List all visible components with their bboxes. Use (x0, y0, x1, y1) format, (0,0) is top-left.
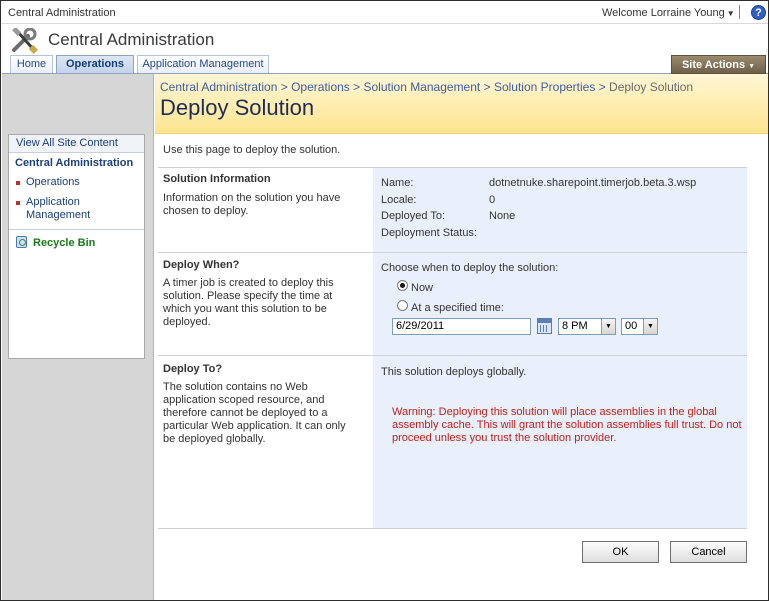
section-description: The solution contains no Web application… (163, 381, 346, 445)
breadcrumb-separator: > (353, 80, 361, 94)
top-nav-tabs: Home Operations Application Management S… (2, 55, 768, 74)
hour-select-value: 8 PM (562, 320, 588, 332)
breadcrumb-item[interactable]: Operations (291, 80, 350, 94)
divider (739, 5, 740, 19)
section-title-deploy-to: Deploy To? (163, 363, 223, 375)
recycle-bin-icon (16, 236, 27, 248)
nav-list: Operations Application Management (9, 170, 144, 222)
site-actions-label: Site Actions (681, 59, 746, 71)
nav-item-label: Application Management (26, 196, 91, 221)
breadcrumb-item[interactable]: Central Administration (160, 80, 277, 94)
breadcrumb-separator: > (280, 80, 288, 94)
section-description: A timer job is created to deploy this so… (163, 277, 334, 328)
cancel-button[interactable]: Cancel (670, 541, 747, 563)
chevron-down-icon: ▼ (748, 63, 756, 70)
recycle-bin-label: Recycle Bin (33, 237, 96, 249)
breadcrumb-separator: > (483, 80, 491, 94)
recycle-bin-link[interactable]: Recycle Bin (9, 230, 144, 254)
site-name-link[interactable]: Central Administration (8, 7, 116, 19)
minute-select-value: 00 (625, 320, 638, 332)
dropdown-arrow-icon: ▼ (601, 319, 615, 334)
site-title-row: Central Administration (2, 25, 768, 55)
deploy-when-prompt: Choose when to deploy the solution: (381, 262, 559, 274)
section-divider (158, 528, 747, 529)
section-title-solution-information: Solution Information (163, 173, 271, 185)
bullet-icon (16, 201, 20, 205)
field-label-locale: Locale: (381, 194, 417, 206)
welcome-text: Welcome Lorraine Young (602, 7, 725, 19)
field-label-deployed-to: Deployed To: (381, 210, 446, 222)
field-value-locale: 0 (489, 194, 496, 206)
ok-button[interactable]: OK (582, 541, 659, 563)
section-title-deploy-when: Deploy When? (163, 259, 240, 271)
bullet-icon (16, 181, 20, 185)
hour-select[interactable]: 8 PM ▼ (558, 318, 616, 335)
chevron-down-icon: ▼ (726, 9, 735, 18)
trust-warning: Warning: Deploying this solution will pl… (392, 406, 742, 444)
tools-icon (12, 28, 38, 54)
field-label-deployment-status: Deployment Status: (381, 227, 477, 239)
field-value-name: dotnetnuke.sharepoint.timerjob.beta.3.ws… (489, 177, 697, 189)
radio-specified-time-label[interactable]: At a specified time: (411, 302, 504, 314)
dropdown-arrow-icon: ▼ (643, 319, 657, 334)
tab-operations[interactable]: Operations (56, 55, 134, 73)
help-icon[interactable]: ? (751, 5, 766, 20)
breadcrumb-current: Deploy Solution (609, 80, 694, 94)
breadcrumb-separator: > (598, 80, 606, 94)
quick-launch: View All Site Content Central Administra… (2, 74, 154, 600)
page-title: Deploy Solution (160, 95, 315, 120)
deploy-to-info: This solution deploys globally. (381, 366, 527, 378)
nav-heading-central-administration[interactable]: Central Administration (9, 153, 144, 170)
section-description: Information on the solution you have cho… (163, 192, 341, 217)
view-all-site-content-link[interactable]: View All Site Content (9, 135, 144, 153)
site-actions-menu[interactable]: Site Actions ▼ (671, 55, 766, 74)
field-value-deployed-to: None (489, 210, 516, 222)
global-top-bar: Central Administration Welcome Lorraine … (2, 2, 768, 24)
nav-item-label: Operations (26, 176, 80, 188)
page-header: Central Administration > Operations > So… (155, 74, 768, 134)
breadcrumb-item[interactable]: Solution Management (364, 80, 481, 94)
radio-now-label[interactable]: Now (411, 282, 433, 294)
quick-launch-box: View All Site Content Central Administra… (8, 134, 145, 359)
tab-application-management[interactable]: Application Management (137, 55, 269, 73)
field-label-name: Name: (381, 177, 414, 189)
welcome-menu[interactable]: Welcome Lorraine Young ▼ (602, 7, 735, 19)
radio-now[interactable] (397, 280, 408, 291)
tab-home[interactable]: Home (10, 55, 53, 73)
nav-item-operations[interactable]: Operations (15, 176, 138, 189)
site-title[interactable]: Central Administration (48, 30, 214, 50)
breadcrumb-item[interactable]: Solution Properties (494, 80, 595, 94)
breadcrumb: Central Administration > Operations > So… (160, 80, 693, 94)
window-frame: Central Administration Welcome Lorraine … (0, 0, 769, 601)
nav-item-application-management[interactable]: Application Management (15, 196, 138, 222)
radio-specified-time[interactable] (397, 300, 408, 311)
main-content: Use this page to deploy the solution. So… (155, 135, 768, 600)
page-description: Use this page to deploy the solution. (163, 144, 341, 156)
minute-select[interactable]: 00 ▼ (621, 318, 658, 335)
date-input[interactable]: 6/29/2011 (392, 318, 531, 335)
calendar-icon[interactable] (537, 318, 552, 334)
